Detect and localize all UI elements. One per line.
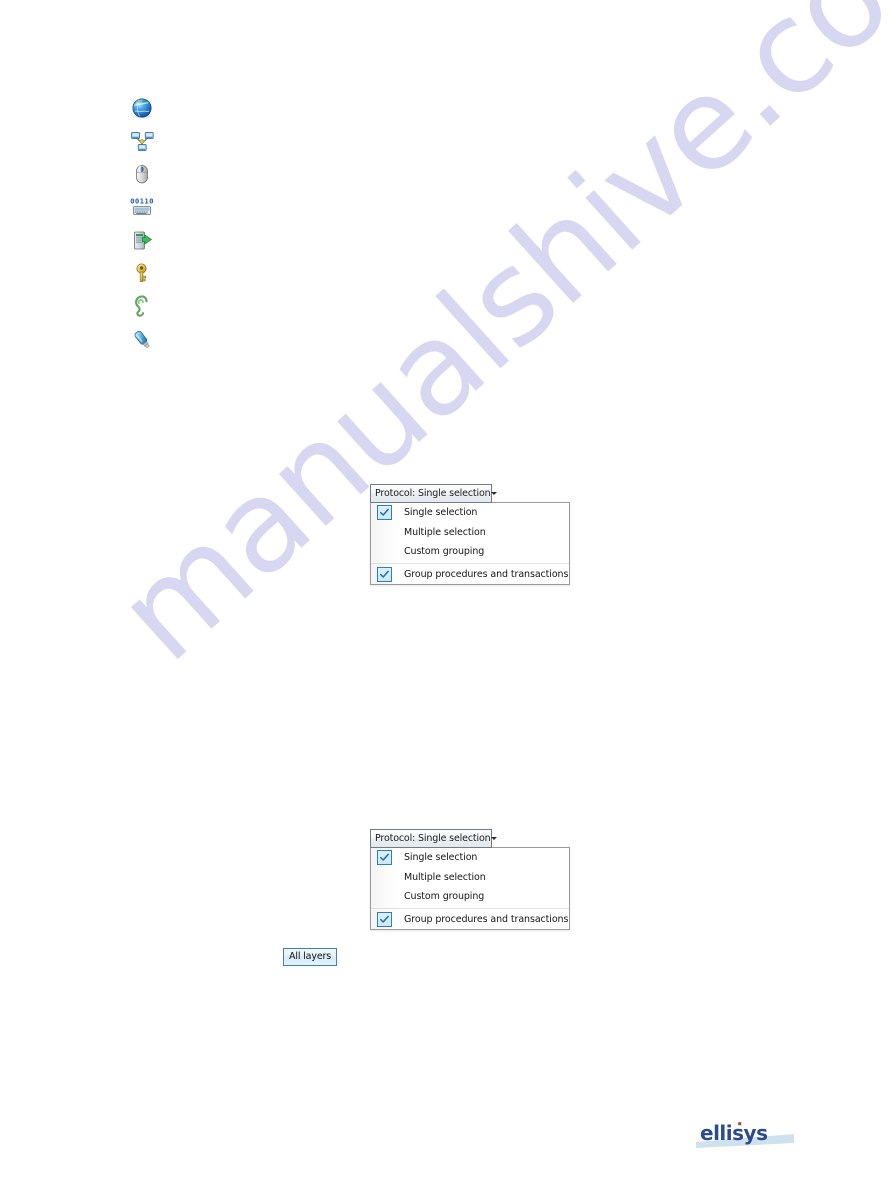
check-slot	[371, 523, 398, 543]
keyboard-icon: 00110	[129, 195, 159, 221]
check-slot	[371, 503, 398, 523]
menu-item-label: Group procedures and transactions	[404, 568, 569, 580]
chevron-down-icon[interactable]	[490, 492, 497, 495]
menu-separator	[371, 562, 569, 564]
key-icon	[129, 261, 159, 287]
protocol-combobox-header[interactable]: Protocol: Single selection	[370, 829, 497, 848]
menu-item-label: Single selection	[404, 852, 478, 863]
menu-item-label: Single selection	[404, 507, 478, 518]
svg-text:ellisys: ellisys	[700, 1121, 767, 1145]
ellisys-logo: ellisys	[694, 1117, 798, 1149]
check-slot	[371, 848, 398, 868]
mouse-icon	[129, 162, 159, 188]
menu-item-multiple-selection[interactable]: Multiple selection	[371, 868, 569, 888]
menu-item-label: Custom grouping	[404, 546, 485, 557]
check-slot	[371, 542, 398, 562]
checkbox-checked-icon[interactable]	[377, 505, 392, 521]
all-layers-button-label: All layers	[289, 951, 332, 963]
globe-icon	[129, 96, 159, 122]
protocol-combobox-header-label: Protocol: Single selection	[375, 832, 491, 844]
menu-item-label: Custom grouping	[404, 891, 485, 902]
menu-item-label: Group procedures and transactions	[404, 913, 569, 925]
chevron-down-icon[interactable]	[490, 837, 497, 840]
check-slot	[371, 868, 398, 888]
check-slot	[371, 910, 398, 930]
menu-item-group-procedures-and-transactions[interactable]: Group procedures and transactions	[371, 565, 569, 585]
protocol-combobox-top[interactable]: Protocol: Single selection Single select…	[370, 484, 570, 585]
protocol-dropdown-menu: Single selection Multiple selection Cust…	[370, 502, 570, 585]
protocol-combobox-bottom[interactable]: Protocol: Single selection Single select…	[370, 829, 570, 930]
checkbox-checked-icon[interactable]	[377, 566, 392, 582]
ear-icon	[129, 294, 159, 320]
protocol-combobox-header[interactable]: Protocol: Single selection	[370, 484, 497, 503]
menu-separator	[371, 907, 569, 909]
device-eject-icon	[129, 228, 159, 254]
menu-item-single-selection[interactable]: Single selection	[371, 848, 569, 868]
menu-item-label: Multiple selection	[404, 526, 486, 538]
all-layers-button[interactable]: All layers	[283, 948, 338, 966]
watermark-text: manualshive.com	[90, 0, 893, 690]
svg-text:00110: 00110	[130, 197, 154, 206]
checkbox-checked-icon[interactable]	[377, 850, 392, 866]
menu-item-group-procedures-and-transactions[interactable]: Group procedures and transactions	[371, 910, 569, 930]
icon-column: 00110	[129, 96, 163, 360]
usb-flash-drive-icon	[129, 327, 159, 353]
protocol-combobox-header-label: Protocol: Single selection	[375, 487, 491, 499]
menu-item-custom-grouping[interactable]: Custom grouping	[371, 542, 569, 562]
menu-item-custom-grouping[interactable]: Custom grouping	[371, 887, 569, 907]
menu-item-multiple-selection[interactable]: Multiple selection	[371, 523, 569, 543]
check-slot	[371, 565, 398, 585]
menu-item-single-selection[interactable]: Single selection	[371, 503, 569, 523]
check-slot	[371, 887, 398, 907]
menu-item-label: Multiple selection	[404, 871, 486, 883]
checkbox-checked-icon[interactable]	[377, 911, 392, 927]
network-nodes-icon	[129, 129, 159, 155]
protocol-dropdown-menu: Single selection Multiple selection Cust…	[370, 847, 570, 930]
